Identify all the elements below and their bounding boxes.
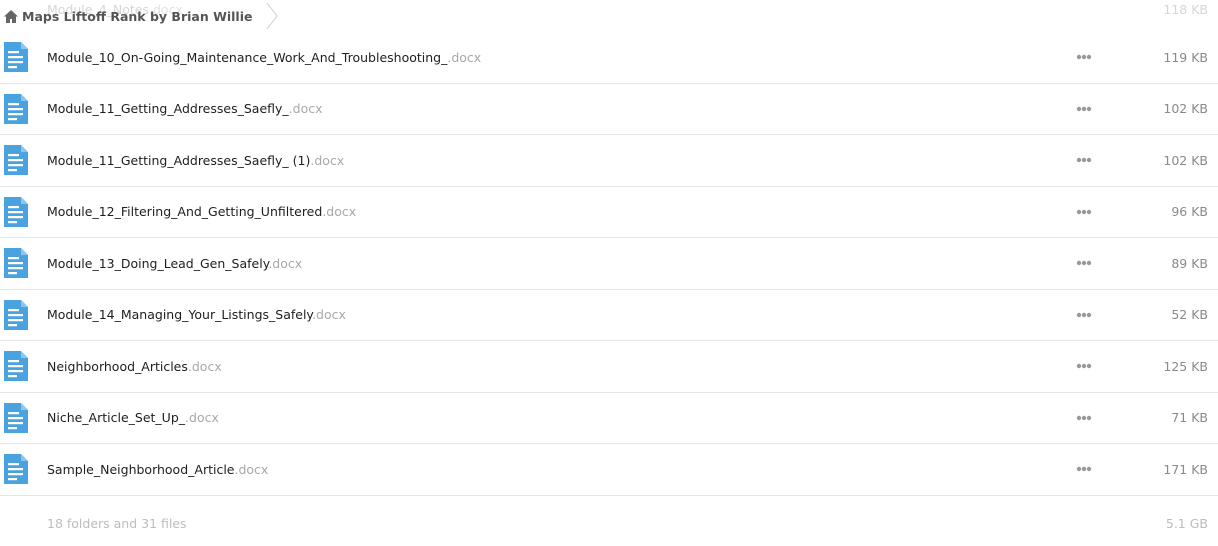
- file-name-link[interactable]: Module_10_On-Going_Maintenance_Work_And_…: [47, 50, 481, 65]
- folder-summary: 18 folders and 31 files 5.1 GB: [47, 516, 1208, 531]
- file-name-link[interactable]: Module_11_Getting_Addresses_Saefly_.docx: [47, 101, 323, 116]
- file-list: Module_10_On-Going_Maintenance_Work_And_…: [0, 32, 1218, 496]
- more-options-icon[interactable]: [1076, 415, 1092, 421]
- file-size: 52 KB: [1171, 307, 1208, 323]
- file-size: 102 KB: [1163, 101, 1208, 117]
- file-ext: .docx: [312, 307, 346, 323]
- file-name-link[interactable]: Module_12_Filtering_And_Getting_Unfilter…: [47, 204, 356, 219]
- file-ext: .docx: [268, 255, 303, 271]
- file-name-link[interactable]: Module_11_Getting_Addresses_Saefly_ (1).…: [47, 153, 344, 168]
- more-options-icon[interactable]: [1076, 157, 1092, 163]
- file-name-link[interactable]: Module_13_Doing_Lead_Gen_Safely.docx: [47, 256, 302, 271]
- file-size: 171 KB: [1163, 461, 1208, 477]
- file-ext: .docx: [310, 152, 345, 168]
- breadcrumb: Maps Liftoff Rank by Brian Willie: [0, 0, 1218, 32]
- more-options-icon[interactable]: [1076, 312, 1092, 318]
- file-name: Module_10_On-Going_Maintenance_Work_And_…: [47, 49, 448, 65]
- breadcrumb-chevron-icon: [267, 2, 279, 30]
- document-icon: [4, 145, 28, 176]
- more-options-icon[interactable]: [1076, 363, 1092, 369]
- file-size: 71 KB: [1171, 410, 1208, 426]
- document-icon: [4, 93, 28, 124]
- breadcrumb-folder[interactable]: Maps Liftoff Rank by Brian Willie: [22, 9, 252, 24]
- total-size: 5.1 GB: [1165, 516, 1208, 531]
- file-name: Sample_Neighborhood_Article: [47, 461, 235, 477]
- file-size: 89 KB: [1171, 255, 1208, 271]
- file-row[interactable]: Module_12_Filtering_And_Getting_Unfilter…: [0, 187, 1218, 238]
- document-icon: [4, 351, 28, 382]
- more-options-icon[interactable]: [1076, 209, 1092, 215]
- file-name: Module_13_Doing_Lead_Gen_Safely: [47, 255, 269, 271]
- file-ext: .docx: [322, 204, 357, 220]
- file-ext: .docx: [187, 358, 222, 374]
- file-ext: .docx: [288, 101, 323, 117]
- file-size: 102 KB: [1163, 152, 1208, 168]
- file-row[interactable]: Module_11_Getting_Addresses_Saefly_ (1).…: [0, 135, 1218, 187]
- home-icon[interactable]: [4, 9, 18, 23]
- file-name: Module_14_Managing_Your_Listings_Safely: [47, 307, 313, 323]
- more-options-icon[interactable]: [1076, 466, 1092, 472]
- file-name-link[interactable]: Niche_Article_Set_Up_.docx: [47, 410, 219, 425]
- file-row[interactable]: Module_11_Getting_Addresses_Saefly_.docx…: [0, 84, 1218, 135]
- more-options-icon[interactable]: [1076, 106, 1092, 112]
- file-row[interactable]: Module_14_Managing_Your_Listings_Safely.…: [0, 290, 1218, 341]
- file-size: 96 KB: [1171, 204, 1208, 220]
- item-count: 18 folders and 31 files: [47, 516, 187, 531]
- document-icon: [4, 42, 28, 73]
- file-name: Module_11_Getting_Addresses_Saefly_ (1): [47, 152, 311, 168]
- document-icon: [4, 299, 28, 330]
- file-row[interactable]: Niche_Article_Set_Up_.docx 71 KB: [0, 393, 1218, 444]
- file-name-link[interactable]: Sample_Neighborhood_Article.docx: [47, 462, 268, 477]
- file-ext: .docx: [185, 410, 219, 426]
- file-row[interactable]: Module_13_Doing_Lead_Gen_Safely.docx 89 …: [0, 238, 1218, 290]
- file-ext: .docx: [447, 49, 482, 65]
- file-name: Neighborhood_Articles: [47, 358, 188, 374]
- more-options-icon[interactable]: [1076, 54, 1092, 60]
- file-row[interactable]: Sample_Neighborhood_Article.docx 171 KB: [0, 444, 1218, 496]
- file-ext: .docx: [234, 461, 269, 477]
- document-icon: [4, 402, 28, 433]
- file-size: 119 KB: [1163, 49, 1208, 65]
- more-options-icon[interactable]: [1076, 260, 1092, 266]
- file-name: Module_12_Filtering_And_Getting_Unfilter…: [47, 204, 323, 220]
- file-row[interactable]: Neighborhood_Articles.docx 125 KB: [0, 341, 1218, 393]
- file-row[interactable]: Module_10_On-Going_Maintenance_Work_And_…: [0, 32, 1218, 84]
- document-icon: [4, 454, 28, 485]
- file-name-link[interactable]: Neighborhood_Articles.docx: [47, 359, 222, 374]
- file-name: Module_11_Getting_Addresses_Saefly_: [47, 101, 289, 117]
- document-icon: [4, 196, 28, 227]
- file-size: 125 KB: [1163, 358, 1208, 374]
- document-icon: [4, 248, 28, 279]
- file-name: Niche_Article_Set_Up_: [47, 410, 186, 426]
- file-name-link[interactable]: Module_14_Managing_Your_Listings_Safely.…: [47, 307, 346, 322]
